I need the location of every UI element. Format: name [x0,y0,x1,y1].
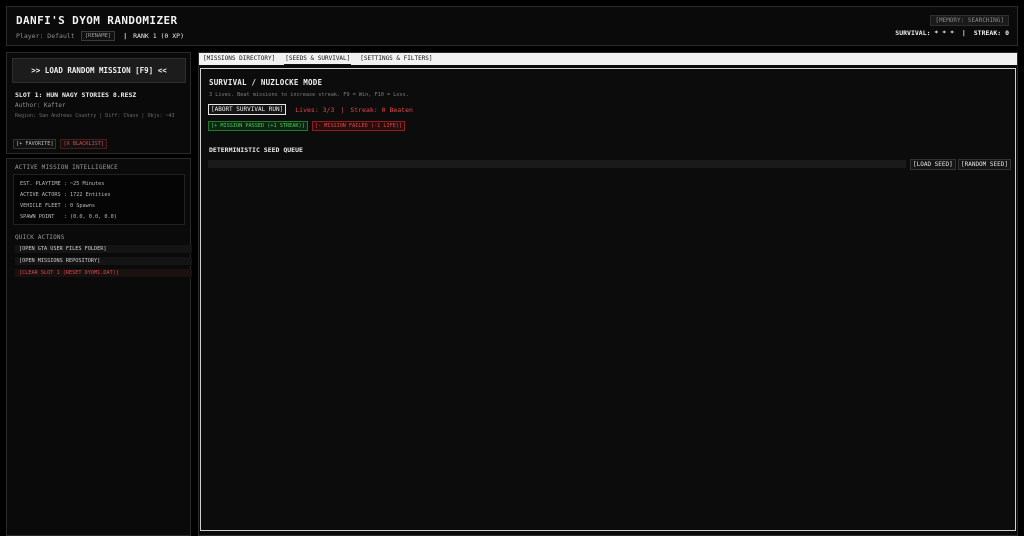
header-separator: | [123,32,128,40]
survival-lives-indicator: SURVIVAL: * * * [895,29,954,37]
mission-meta: Region: San Andreas Country | Diff: Chao… [15,113,175,119]
mission-author: Author: Kafter [15,102,66,109]
status-separator: | [961,29,966,37]
seed-input[interactable] [208,160,906,168]
load-random-mission-button[interactable]: >> LOAD RANDOM MISSION [F9] << [12,58,186,83]
intel-panel: ACTIVE MISSION INTELLIGENCE EST. PLAYTIM… [6,158,192,536]
tab-seeds-survival[interactable]: [SEEDS & SURVIVAL] [284,54,352,65]
survival-status: SURVIVAL: * * * | STREAK: 0 [895,29,1009,37]
mission-passed-button[interactable]: [+ MISSION PASSED (+1 STREAK)] [208,121,308,131]
seed-queue-title: DETERMINISTIC SEED QUEUE [209,146,303,154]
survival-controls: [ABORT SURVIVAL RUN] Lives: 3/3 | Streak… [208,104,413,115]
survival-description: 3 Lives. Beat missions to increase strea… [209,92,409,98]
tab-bar: [MISSIONS DIRECTORY] [SEEDS & SURVIVAL] … [199,53,1017,65]
mission-failed-button[interactable]: [- MISSION FAILED (-1 LIFE)] [311,121,406,131]
app-header: DANFI'S DYOM RANDOMIZER Player: Default … [6,6,1018,46]
player-row: Player: Default [RENAME] | RANK 1 (0 XP) [16,31,184,41]
rename-button[interactable]: [RENAME] [80,31,116,41]
clear-slot-button[interactable]: [CLEAR SLOT 1 (RESET DYOM1.DAT)] [15,269,192,278]
result-buttons: [+ MISSION PASSED (+1 STREAK)] [- MISSIO… [208,121,406,131]
lives-counter: Lives: 3/3 [295,105,335,114]
tab-missions-directory[interactable]: [MISSIONS DIRECTORY] [202,54,276,65]
mission-actions: [+ FAVORITE] [X BLACKLIST] [13,139,108,149]
favorite-button[interactable]: [+ FAVORITE] [13,139,57,149]
streak-indicator: STREAK: 0 [973,29,1009,37]
slot-title: SLOT 1: HUN NAGY STORIES 8.RESZ [15,91,137,99]
open-missions-repository-button[interactable]: [OPEN MISSIONS REPOSITORY] [15,257,192,266]
survival-separator: | [340,105,345,114]
quick-actions-heading: QUICK ACTIONS [15,234,65,241]
intel-vehicles: VEHICLE FLEET : 0 Spawns [20,203,95,209]
mission-panel: >> LOAD RANDOM MISSION [F9] << SLOT 1: H… [6,52,191,154]
main-panel: [MISSIONS DIRECTORY] [SEEDS & SURVIVAL] … [198,52,1018,536]
intel-actors: ACTIVE ACTORS : 1722 Entities [20,192,111,198]
intel-box: EST. PLAYTIME : ~25 Minutes ACTIVE ACTOR… [13,174,185,225]
app-title: DANFI'S DYOM RANDOMIZER [16,14,178,27]
survival-content: SURVIVAL / NUZLOCKE MODE 3 Lives. Beat m… [200,68,1016,531]
open-user-files-button[interactable]: [OPEN GTA USER FILES FOLDER] [15,245,192,254]
memory-status-badge: [MEMORY: SEARCHING] [930,15,1009,26]
abort-survival-button[interactable]: [ABORT SURVIVAL RUN] [208,104,287,115]
random-seed-button[interactable]: [RANDOM SEED] [958,159,1011,170]
player-name: Player: Default [16,32,75,40]
intel-playtime: EST. PLAYTIME : ~25 Minutes [20,181,105,187]
survival-title: SURVIVAL / NUZLOCKE MODE [209,78,323,87]
streak-counter: Streak: 0 Beaten [350,105,413,114]
load-seed-button[interactable]: [LOAD SEED] [910,159,956,170]
tab-settings-filters[interactable]: [SETTINGS & FILTERS] [359,54,433,65]
intel-spawn-point: SPAWN POINT : (0.0, 0.0, 0.0) [20,214,117,220]
blacklist-button[interactable]: [X BLACKLIST] [60,139,108,149]
rank-label: RANK 1 (0 XP) [133,32,184,40]
intel-heading: ACTIVE MISSION INTELLIGENCE [15,164,118,171]
